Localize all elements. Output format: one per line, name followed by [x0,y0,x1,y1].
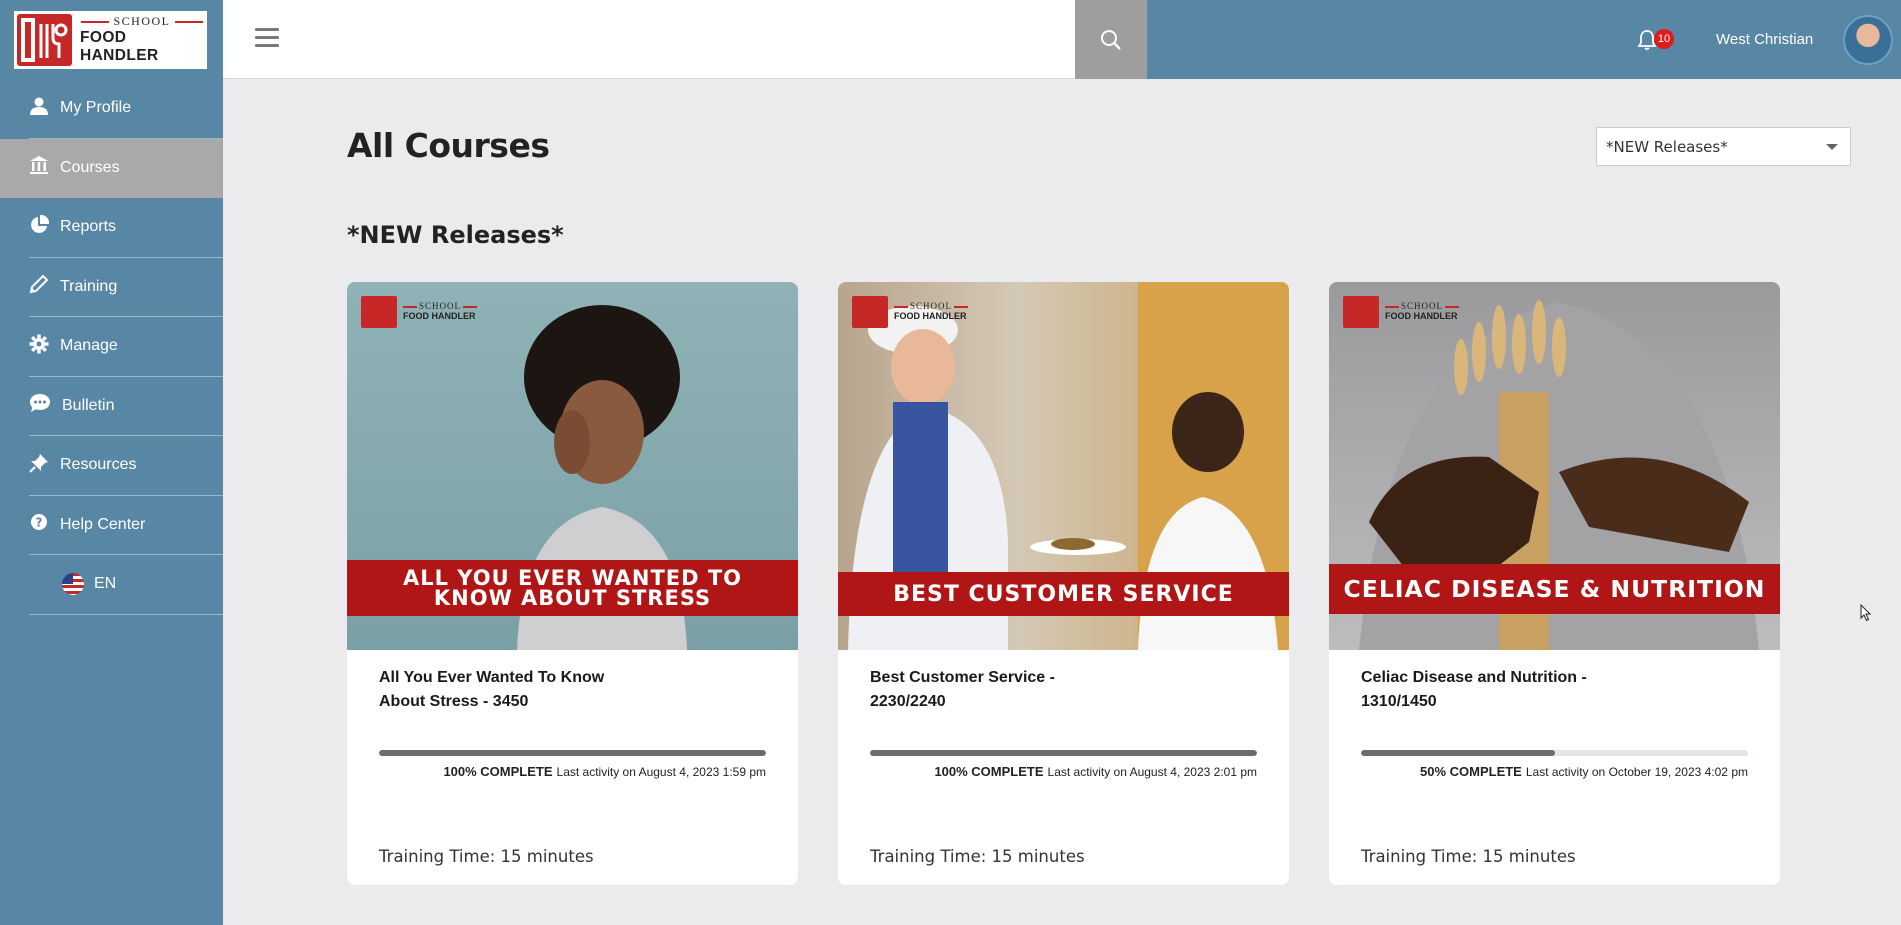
course-title: Best Customer Service - 2230/2240 [870,666,1130,714]
gear-icon [29,334,49,359]
notification-badge: 10 [1654,29,1674,49]
sidebar-item-reports[interactable]: Reports [0,198,223,258]
training-time: Training Time: 15 minutes [870,847,1085,866]
bank-icon [29,155,49,180]
logo-area: SCHOOL FOOD HANDLER [0,0,223,79]
sidebar-item-bulletin[interactable]: Bulletin [0,377,223,436]
page-title: All Courses [347,126,550,165]
user-icon [29,96,49,121]
card-logo-big: FOOD HANDLER [403,311,476,321]
search-icon [1101,29,1121,50]
pencil-icon [29,274,49,299]
logo-small-text: SCHOOL [113,14,171,28]
course-title-line: Best Customer Service - [870,669,1055,686]
last-activity: Last activity on October 19, 2023 4:02 p… [1525,765,1748,779]
progress-bar [379,750,766,756]
progress-status: 100% COMPLETE Last activity on August 4, … [934,764,1257,779]
menu-toggle-icon[interactable] [255,28,279,50]
course-card[interactable]: SCHOOL FOOD HANDLER CELIAC DISEASE & NUTR… [1329,282,1780,885]
training-time: Training Time: 15 minutes [1361,847,1576,866]
progress-bar [870,750,1257,756]
sidebar-item-label: Training [60,277,118,295]
search-button[interactable] [1075,0,1147,79]
mouse-cursor-icon [1860,604,1872,622]
sidebar-nav: My Profile Courses Reports Training Mana… [0,79,223,615]
course-filter-select[interactable]: *NEW Releases* [1596,127,1851,166]
card-logo: SCHOOL FOOD HANDLER [1343,296,1460,328]
help-icon: ? [29,512,49,537]
course-image: SCHOOL FOOD HANDLER CELIAC DISEASE & NUTR… [1329,282,1780,650]
school-food-handler-logo[interactable]: SCHOOL FOOD HANDLER [14,10,207,69]
us-flag-icon [62,573,84,596]
card-logo-big: FOOD HANDLER [894,311,967,321]
filter-selected-value: *NEW Releases* [1606,137,1728,156]
course-banner: ALL YOU EVER WANTED TO KNOW ABOUT STRESS [347,560,798,616]
card-logo: SCHOOL FOOD HANDLER [361,296,478,328]
sidebar-item-label: Manage [60,337,118,355]
chat-icon [29,393,51,418]
user-area: 10 West Christian [1147,0,1901,79]
language-label: EN [94,575,117,593]
section-title: *NEW Releases* [347,221,564,249]
progress-fill [870,750,1257,756]
pie-chart-icon [29,214,50,240]
user-name[interactable]: West Christian [1716,31,1813,48]
sidebar-item-resources[interactable]: Resources [0,436,223,496]
sidebar: SCHOOL FOOD HANDLER My Profile Courses R… [0,0,223,925]
sidebar-item-my-profile[interactable]: My Profile [0,79,223,139]
progress-fill [379,750,766,756]
course-image: SCHOOL FOOD HANDLER BEST CUSTOMER SERVICE [838,282,1289,650]
course-title-line: Celiac Disease and Nutrition - [1361,669,1587,686]
logo-mark-icon [17,13,72,66]
sidebar-item-manage[interactable]: Manage [0,317,223,377]
sidebar-item-label: My Profile [60,99,132,117]
course-banner: CELIAC DISEASE & NUTRITION [1329,564,1780,614]
course-title: Celiac Disease and Nutrition - 1310/1450 [1361,666,1621,714]
svg-text:?: ? [36,516,43,530]
course-title-line: 2230/2240 [870,693,946,710]
course-title-line: 1310/1450 [1361,693,1437,710]
progress-bar [1361,750,1748,756]
chevron-down-icon [1826,144,1838,150]
course-card[interactable]: SCHOOL FOOD HANDLER BEST CUSTOMER SERVICE… [838,282,1289,885]
training-time: Training Time: 15 minutes [379,847,594,866]
top-bar: 10 West Christian [223,0,1901,79]
progress-fill [1361,750,1555,756]
last-activity: Last activity on August 4, 2023 1:59 pm [556,765,766,779]
complete-label: 100% COMPLETE [934,764,1044,779]
language-selector[interactable]: EN [0,555,223,615]
course-image: SCHOOL FOOD HANDLER ALL YOU EVER WANTED T… [347,282,798,650]
progress-status: 50% COMPLETE Last activity on October 19,… [1420,764,1748,779]
course-title-line: All You Ever Wanted To Know [379,669,605,686]
logo-big-text: FOOD HANDLER [80,29,159,64]
pin-icon [29,453,49,478]
logo-text: SCHOOL FOOD HANDLER [80,14,204,65]
course-title: All You Ever Wanted To Know About Stress… [379,666,639,714]
avatar[interactable] [1843,15,1893,65]
complete-label: 50% COMPLETE [1420,764,1522,779]
course-card[interactable]: SCHOOL FOOD HANDLER ALL YOU EVER WANTED T… [347,282,798,885]
sidebar-item-training[interactable]: Training [0,258,223,317]
progress-status: 100% COMPLETE Last activity on August 4, … [443,764,766,779]
course-banner: BEST CUSTOMER SERVICE [838,572,1289,616]
sidebar-item-label: Reports [60,218,117,236]
last-activity: Last activity on August 4, 2023 2:01 pm [1047,765,1257,779]
card-logo: SCHOOL FOOD HANDLER [852,296,969,328]
sidebar-item-label: Help Center [60,515,146,533]
sidebar-item-label: Resources [60,456,137,474]
sidebar-item-label: Bulletin [62,396,115,414]
course-title-line: About Stress - 3450 [379,693,529,710]
complete-label: 100% COMPLETE [443,764,553,779]
sidebar-item-help-center[interactable]: ? Help Center [0,496,223,555]
sidebar-item-courses[interactable]: Courses [0,138,223,198]
sidebar-item-label: Courses [60,158,120,176]
card-logo-big: FOOD HANDLER [1385,311,1458,321]
